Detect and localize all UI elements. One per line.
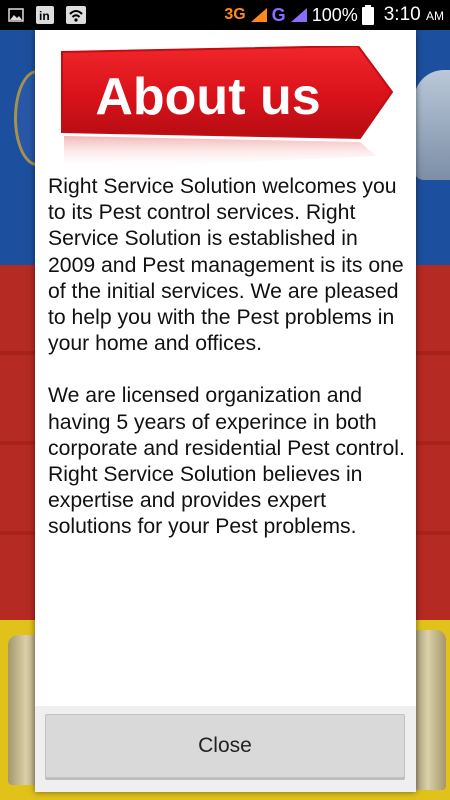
battery-icon [361,5,374,25]
dialog-button-bar: Close [35,706,416,792]
signal-icon [250,7,268,23]
banner-title: About us [95,68,320,126]
about-paragraph-1: Right Service Solution welcomes you to i… [48,175,404,356]
about-us-banner: About us [61,46,394,170]
about-us-content: Right Service Solution welcomes you to i… [48,174,408,541]
linkedin-icon: in [36,6,54,24]
about-paragraph-2: We are licensed organization and having … [48,384,405,539]
clock: 3:10 AM [384,4,444,26]
status-bar: in 3G G 100% 3:10 AM [0,0,450,30]
wifi-icon [66,6,86,24]
close-button[interactable]: Close [45,714,405,778]
clock-suffix: AM [426,9,444,23]
network-3g-label: 3G [224,6,246,23]
signal-icon-secondary [290,7,308,23]
network-g-label: G [271,4,286,25]
background-machine-image [414,70,450,180]
svg-text:in: in [39,9,50,23]
gallery-icon [8,8,24,22]
battery-percent: 100% [311,4,358,25]
clock-time: 3:10 [383,4,421,25]
about-us-dialog: About us Right Service Solution welcomes… [35,30,416,792]
